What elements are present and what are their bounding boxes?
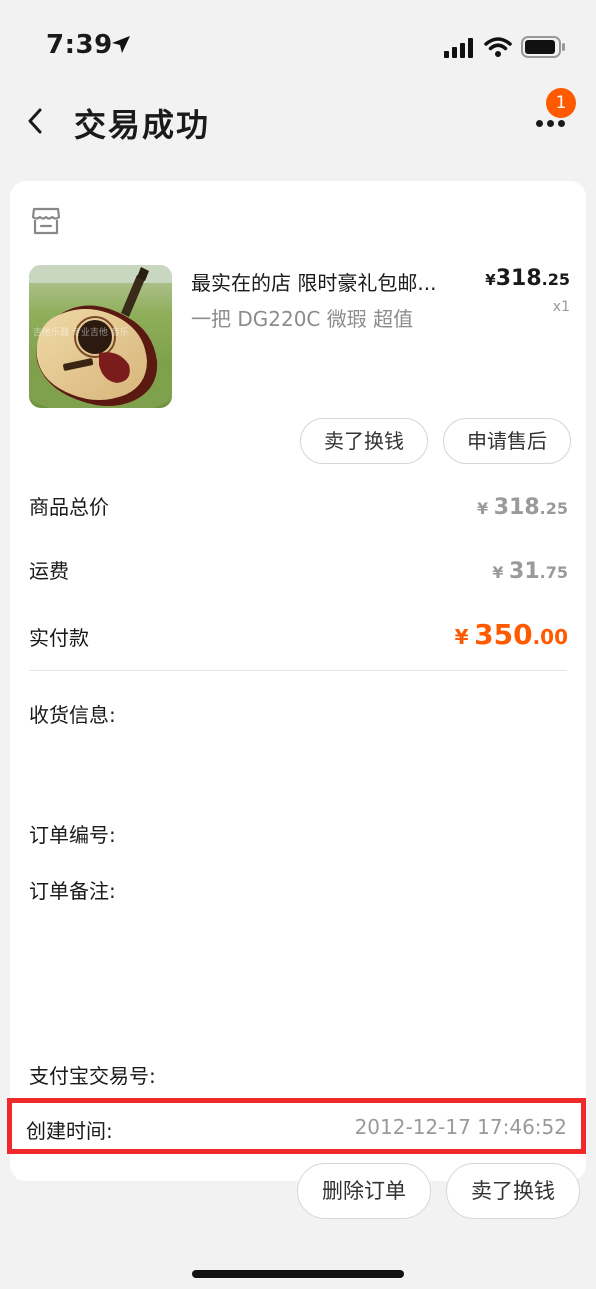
more-dot-icon [536,120,543,127]
product-title[interactable]: 最实在的店 限时豪礼包邮... [191,267,436,296]
order-number-label: 订单编号: [29,823,116,847]
home-indicator[interactable] [192,1270,404,1278]
amount-integer: 31 [509,559,540,584]
shop-icon[interactable] [30,205,62,237]
order-card: 吉他乐器 专业吉他 音乐 最实在的店 限时豪礼包邮... 一把 DG220C 微… [10,181,586,1181]
shipping-info-label: 收货信息: [29,703,116,727]
paid-amount: ¥ 350.00 [455,618,568,651]
footer-sell-button[interactable]: 卖了换钱 [446,1163,580,1219]
location-arrow-icon [112,36,130,53]
amount-decimal: .75 [539,563,568,582]
created-time-value: 2012-12-17 17:46:52 [354,1115,567,1139]
goods-total-label: 商品总价 [29,495,109,519]
created-time-label: 创建时间: [26,1119,113,1143]
product-price: ¥318.25 [485,266,570,291]
status-time: 7:39 [46,30,113,60]
delete-order-button[interactable]: 删除订单 [297,1163,431,1219]
page-title: 交易成功 [74,106,211,144]
paid-amount-label: 实付款 [29,626,89,650]
shipping-fee-amount: ¥ 31.75 [492,559,568,584]
price-integer: 318 [495,266,542,291]
more-dot-icon [558,120,565,127]
svg-text:吉他乐器 专业吉他 音乐: 吉他乐器 专业吉他 音乐 [33,326,129,338]
product-subtitle: 一把 DG220C 微瑕 超值 [191,307,414,331]
divider [29,670,567,671]
shipping-fee-label: 运费 [29,559,69,583]
amount-integer: 318 [493,495,540,520]
product-image[interactable]: 吉他乐器 专业吉他 音乐 [29,265,172,408]
back-arrow-icon[interactable] [24,106,48,136]
created-time-row: 创建时间: 2012-12-17 17:46:52 [7,1098,586,1154]
item-sell-button[interactable]: 卖了换钱 [300,418,428,464]
goods-total-amount: ¥ 318.25 [477,495,568,520]
price-currency: ¥ [485,271,496,289]
currency-symbol: ¥ [454,625,469,649]
status-bar: 7:39 [0,0,596,92]
after-sale-button[interactable]: 申请售后 [443,418,571,464]
product-quantity: x1 [552,299,570,315]
currency-symbol: ¥ [477,499,489,518]
amount-decimal: .00 [532,625,568,649]
more-dot-icon [547,120,554,127]
wifi-icon [484,37,512,57]
price-decimal: .25 [541,270,570,289]
battery-icon [521,36,565,58]
currency-symbol: ¥ [492,563,504,582]
cellular-signal-icon [444,38,473,58]
notification-badge: 1 [546,88,576,118]
amount-decimal: .25 [539,499,568,518]
alipay-trade-number-label: 支付宝交易号: [29,1064,156,1088]
order-note-label: 订单备注: [29,879,116,903]
amount-integer: 350 [474,618,533,651]
